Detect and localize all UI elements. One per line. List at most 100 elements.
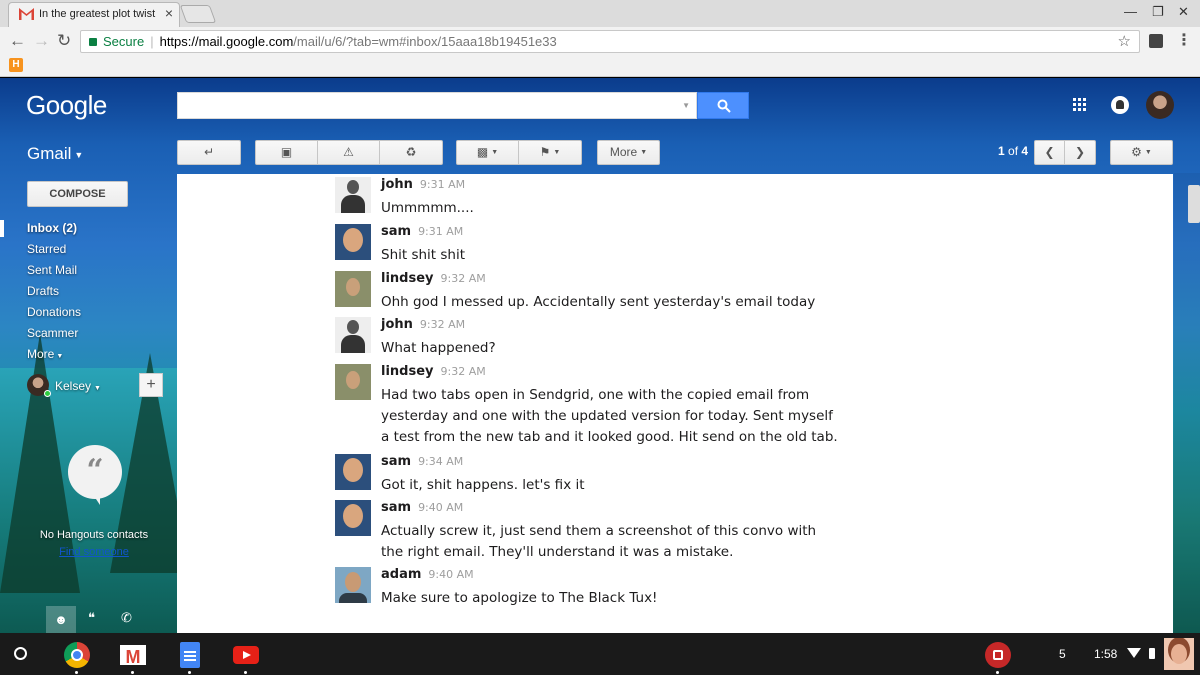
message-header: sam 9:40 AM [381,500,463,515]
settings-button[interactable]: ⚙ ▼ [1110,140,1173,165]
user-avatar[interactable] [1164,638,1194,670]
tab-gmail[interactable]: In the greatest plot twist × [8,2,180,27]
back-icon[interactable]: ← [9,31,26,51]
clock[interactable]: 1:58 [1094,647,1117,661]
url-path: /mail/u/6/?tab=wm#inbox/15aaa18b19451e33 [293,34,557,49]
pager: 1 of 4 [998,144,1028,158]
phone-tab-icon[interactable]: ✆ [121,610,132,626]
no-contacts-text: No Hangouts contacts [39,529,149,541]
sidebar-item-scammer[interactable]: Scammer [0,323,175,344]
gmail-menu[interactable]: Gmail ▼ [27,144,83,164]
gear-icon: ⚙ [1131,145,1142,159]
new-tab-button[interactable] [179,5,217,23]
avatar [335,567,371,603]
notifications-icon[interactable] [1111,96,1129,114]
message-text: Make sure to apologize to The Black Tux! [381,590,658,606]
chevron-down-icon: ▼ [1144,149,1152,157]
extension-icon[interactable] [1149,34,1163,48]
sidebar-item-more[interactable]: More ▼ [0,344,175,365]
message-header: lindsey 9:32 AM [381,271,486,286]
apps-grid-icon[interactable] [1073,98,1087,112]
hangouts-tab-icon[interactable]: ❝ [88,610,95,626]
gmail-app: Google ▼ Gmail ▼ ↵ ▣ ⚠ ♻ ▩ ▼ ⚑ ▼ More ▼ 1 of… [0,78,1200,633]
back-to-inbox-button[interactable]: ↵ [177,140,241,165]
search-input[interactable]: ▼ [177,92,697,119]
message-time: 9:40 AM [418,501,464,514]
chevron-down-icon: ▼ [640,149,648,157]
sidebar-item-donations[interactable]: Donations [0,302,175,323]
label-icon: ⚑ [539,145,551,159]
user-name: Kelsey ▼ [55,379,101,393]
avatar [335,454,371,490]
scrollbar[interactable] [1174,173,1200,633]
minimize-icon[interactable]: — [1124,4,1137,19]
archive-button[interactable]: ▣ [255,140,318,165]
report-spam-button[interactable]: ⚠ [317,140,380,165]
message-time: 9:32 AM [440,272,486,285]
bookmarks-bar: H [0,56,1200,77]
separator: | [150,34,154,49]
tab-title: In the greatest plot twist [39,8,156,20]
folder-icon: ▩ [476,145,489,159]
battery-icon[interactable] [1149,648,1155,659]
search-options-icon[interactable]: ▼ [682,101,690,110]
newer-button[interactable]: ❮ [1034,140,1065,165]
back-arrow-icon: ↵ [203,145,215,159]
notification-count[interactable]: 5 [1059,647,1066,661]
pager-of: of [1008,144,1019,158]
message-header: john 9:31 AM [381,177,465,192]
sidebar-item-drafts[interactable]: Drafts [0,281,175,302]
sidebar-item-inbox[interactable]: Inbox (2) [0,218,175,239]
delete-button[interactable]: ♻ [379,140,443,165]
search-button[interactable] [697,92,749,119]
message-time: 9:34 AM [418,455,464,468]
chrome-app-icon[interactable] [64,642,90,674]
wifi-icon[interactable] [1127,648,1141,658]
find-someone-link[interactable]: Find someone [0,546,188,558]
message-time: 9:31 AM [418,225,464,238]
contacts-tab-icon[interactable]: ☻ [46,606,76,633]
labels-button[interactable]: ⚑ ▼ [518,140,582,165]
archive-icon: ▣ [280,145,293,159]
address-bar[interactable]: Secure | https://mail.google.com/mail/u/6/… [80,30,1140,53]
sender-name: john [381,317,413,332]
more-label: More [609,145,638,159]
more-button[interactable]: More ▼ [597,140,660,165]
reload-icon[interactable]: ↻ [57,31,71,51]
avatar [335,500,371,536]
launcher-icon[interactable] [14,647,27,660]
scrollbar-thumb[interactable] [1188,185,1200,223]
screen-recorder-icon[interactable] [985,642,1011,674]
secure-label: Secure [103,34,145,49]
docs-app-icon[interactable] [180,642,200,674]
bookmark-star-icon[interactable]: ☆ [1118,32,1131,50]
avatar [335,224,371,260]
google-logo[interactable]: Google [26,90,107,121]
sidebar-item-starred[interactable]: Starred [0,239,175,260]
sidebar-item-sent-mail[interactable]: Sent Mail [0,260,175,281]
youtube-app-icon[interactable] [233,646,259,674]
compose-button[interactable]: COMPOSE [27,181,128,207]
new-conversation-button[interactable]: + [139,373,163,397]
sender-name: john [381,177,413,192]
bookmark-h[interactable]: H [9,58,23,72]
hangouts-quote-icon: “ [68,445,122,505]
browser-menu-icon[interactable]: ⋮ [1176,30,1192,50]
forward-icon[interactable]: → [33,31,50,51]
chevron-down-icon: ▼ [74,149,84,160]
account-avatar[interactable] [1146,91,1174,119]
sender-name: sam [381,224,412,239]
chevron-right-icon: ❯ [1074,145,1086,159]
tab-strip: In the greatest plot twist × — ❐ ✕ [0,0,1200,27]
restore-icon[interactable]: ❐ [1152,4,1164,20]
sender-name: adam [381,567,422,582]
move-to-button[interactable]: ▩ ▼ [456,140,519,165]
tab-close-icon[interactable]: × [165,5,173,21]
running-indicator [75,671,78,674]
older-button[interactable]: ❯ [1064,140,1096,165]
online-status-icon [44,390,51,397]
message-time: 9:32 AM [419,318,466,331]
running-indicator [188,671,191,674]
close-window-icon[interactable]: ✕ [1178,4,1189,20]
gmail-app-icon[interactable] [120,645,146,674]
